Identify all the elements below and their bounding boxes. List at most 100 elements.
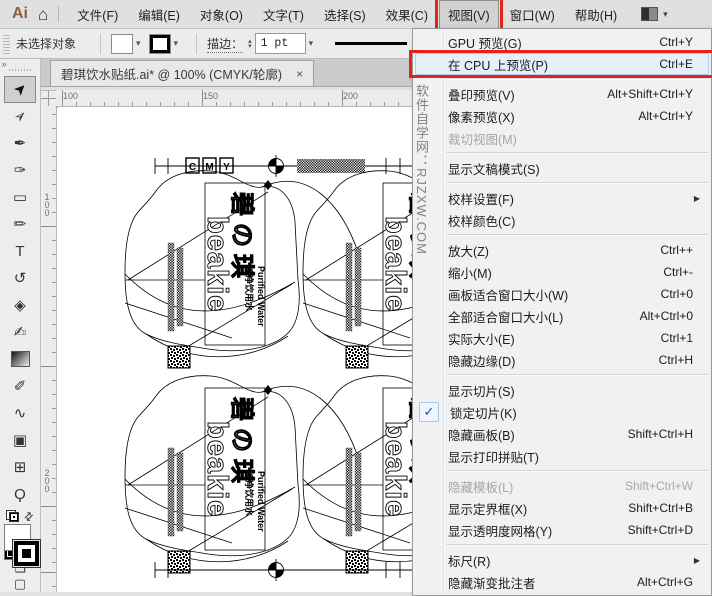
stroke-swatch[interactable] bbox=[12, 538, 41, 568]
menu-item-shortcut: Shift+Ctrl+D bbox=[627, 523, 693, 537]
selection-tool[interactable]: ➤ bbox=[4, 75, 36, 103]
expand-panel-icon[interactable]: » bbox=[0, 59, 42, 69]
panel-grip[interactable] bbox=[3, 33, 10, 54]
menubar-item-6[interactable]: 视图(V) bbox=[435, 0, 503, 33]
menu-item-29[interactable]: 隐藏渐变批注者 Alt+Ctrl+G bbox=[415, 571, 709, 593]
stroke-color-swatch[interactable] bbox=[148, 33, 171, 54]
symbol-sprayer-tool[interactable]: ▣ bbox=[4, 427, 36, 454]
document-tab[interactable]: 碧琪饮水贴纸.ai* @ 100% (CMYK/轮廓) × bbox=[50, 60, 315, 86]
menu-item-9[interactable]: 校样设置(F) ▶ bbox=[415, 187, 709, 209]
menubar-item-5[interactable]: 效果(C) bbox=[377, 0, 437, 29]
menubar-item-4[interactable]: 选择(S) bbox=[315, 0, 375, 29]
menubar-item-1[interactable]: 编辑(E) bbox=[129, 0, 189, 29]
swap-fill-stroke-icon[interactable]: ⇄ bbox=[21, 508, 37, 524]
menubar-item-2[interactable]: 对象(O) bbox=[191, 0, 252, 29]
stroke-weight-value[interactable]: 1 pt bbox=[254, 33, 306, 54]
ruler-label: 100 bbox=[42, 192, 52, 216]
menu-item-14[interactable]: 画板适合窗口大小(W) Ctrl+0 bbox=[415, 283, 709, 305]
menubar-item-7[interactable]: 窗口(W) bbox=[501, 0, 564, 29]
menu-item-3[interactable]: 叠印预览(V) Alt+Shift+Ctrl+Y bbox=[415, 83, 709, 105]
pen-tool[interactable]: ✒ bbox=[4, 130, 36, 157]
shaper-tool[interactable]: ✍ bbox=[4, 319, 36, 346]
submenu-arrow-icon: ▶ bbox=[693, 555, 700, 565]
shaper-icon: ✍ bbox=[13, 324, 27, 342]
menu-separator bbox=[446, 182, 708, 184]
curvature-icon: ✑ bbox=[13, 162, 27, 180]
menu-item-24: 隐藏模板(L) Shift+Ctrl+W bbox=[415, 475, 709, 497]
stroke-weight-label[interactable]: 描边： bbox=[207, 35, 244, 53]
menu-separator bbox=[446, 544, 708, 546]
illustrator-window: { "app": { "logo": "Ai", "home_icon": "⌂… bbox=[0, 0, 712, 596]
chevron-down-icon[interactable]: ▾ bbox=[174, 38, 179, 49]
artboard-tool[interactable]: ⊞ bbox=[4, 454, 36, 481]
fill-stroke-control[interactable] bbox=[2, 523, 41, 568]
registration-mark bbox=[264, 154, 288, 178]
divider bbox=[58, 6, 60, 22]
menu-item-shortcut: Ctrl+1 bbox=[660, 331, 693, 345]
menu-item-25[interactable]: 显示定界框(X) Shift+Ctrl+B bbox=[415, 497, 709, 519]
menu-item-12[interactable]: 放大(Z) Ctrl++ bbox=[415, 239, 709, 261]
type-tool[interactable]: T bbox=[4, 238, 36, 265]
menu-item-20[interactable]: ✓ 锁定切片(K) bbox=[415, 401, 709, 423]
artboard-icon: ⊞ bbox=[13, 459, 27, 477]
menu-item-label: 锁定切片(K) bbox=[450, 406, 517, 421]
menu-item-4[interactable]: 像素预览(X) Alt+Ctrl+Y bbox=[415, 105, 709, 127]
menu-item-shortcut: Ctrl++ bbox=[660, 243, 693, 257]
curvature-tool[interactable]: ✑ bbox=[4, 157, 36, 184]
app-logo[interactable]: Ai bbox=[12, 5, 28, 23]
rectangle-tool[interactable]: ▭ bbox=[4, 184, 36, 211]
menu-item-13[interactable]: 缩小(M) Ctrl+- bbox=[415, 261, 709, 283]
paintbrush-tool[interactable]: ✏ bbox=[4, 211, 36, 238]
menubar-item-3[interactable]: 文字(T) bbox=[254, 0, 313, 29]
chevron-down-icon[interactable]: ▾ bbox=[136, 38, 141, 49]
menubar-item-0[interactable]: 文件(F) bbox=[68, 0, 127, 29]
rotate-tool[interactable]: ↺ bbox=[4, 265, 36, 292]
menu-item-1[interactable]: 在 CPU 上预览(P) Ctrl+E bbox=[409, 50, 712, 78]
menu-item-0[interactable]: GPU 预览(G) Ctrl+Y bbox=[415, 31, 709, 53]
zoom-icon: Ϙ bbox=[14, 485, 26, 503]
menu-item-label: 显示透明度网格(Y) bbox=[448, 524, 553, 539]
ruler-label: 200 bbox=[42, 468, 52, 492]
menu-item-shortcut: Alt+Ctrl+G bbox=[636, 575, 693, 589]
menu-item-shortcut: Shift+Ctrl+W bbox=[624, 479, 693, 493]
menu-item-7[interactable]: 显示文稿模式(S) bbox=[415, 157, 709, 179]
menubar-item-8[interactable]: 帮助(H) bbox=[566, 0, 626, 29]
menu-item-21[interactable]: 隐藏画板(B) Shift+Ctrl+H bbox=[415, 423, 709, 445]
direct-selection-tool[interactable]: ➢ bbox=[4, 103, 36, 130]
menu-item-15[interactable]: 全部适合窗口大小(L) Alt+Ctrl+0 bbox=[415, 305, 709, 327]
stroke-style-preview[interactable] bbox=[335, 42, 408, 45]
home-icon[interactable]: ⌂ bbox=[38, 6, 48, 23]
selection-icon: ➤ bbox=[9, 79, 31, 101]
stroke-weight-stepper[interactable]: ▴ ▾ bbox=[248, 38, 252, 50]
menu-item-shortcut: Ctrl+Y bbox=[659, 35, 693, 49]
menu-item-label: 隐藏画板(B) bbox=[448, 428, 515, 443]
menu-item-label: 显示切片(S) bbox=[448, 384, 515, 399]
menu-item-28[interactable]: 标尺(R) ▶ bbox=[415, 549, 709, 571]
menu-item-5: 裁切视图(M) bbox=[415, 127, 709, 149]
screen-mode-icon[interactable]: ▢ bbox=[14, 576, 26, 592]
zoom-tool[interactable]: Ϙ bbox=[4, 481, 36, 508]
submenu-arrow-icon: ▶ bbox=[693, 193, 700, 203]
panel-grip[interactable] bbox=[9, 69, 31, 71]
eraser-tool[interactable]: ◈ bbox=[4, 292, 36, 319]
default-fill-stroke-icon[interactable] bbox=[6, 510, 20, 523]
eyedropper-tool[interactable]: ✐ bbox=[4, 373, 36, 400]
fill-color-swatch[interactable] bbox=[111, 33, 134, 54]
menu-item-16[interactable]: 实际大小(E) Ctrl+1 bbox=[415, 327, 709, 349]
chevron-down-icon[interactable]: ▾ bbox=[309, 38, 314, 49]
workspace-switcher[interactable]: ▾ bbox=[641, 7, 668, 21]
menu-item-19[interactable]: 显示切片(S) bbox=[415, 379, 709, 401]
menu-item-22[interactable]: 显示打印拼贴(T) bbox=[415, 445, 709, 467]
view-menu-dropdown: GPU 预览(G) Ctrl+Y 在 CPU 上预览(P) Ctrl+E 叠印预览(V)… bbox=[409, 28, 712, 596]
menu-item-10[interactable]: 校样颜色(C) bbox=[415, 209, 709, 231]
gradient-tool[interactable] bbox=[4, 346, 36, 373]
menu-item-26[interactable]: 显示透明度网格(Y) Shift+Ctrl+D bbox=[415, 519, 709, 541]
close-tab-icon[interactable]: × bbox=[296, 67, 303, 81]
step-down-icon[interactable]: ▾ bbox=[248, 43, 252, 50]
menu-item-17[interactable]: 隐藏边缘(D) Ctrl+H bbox=[415, 349, 709, 371]
menu-item-label: 裁切视图(M) bbox=[448, 132, 517, 147]
vertical-ruler[interactable]: 100 200 bbox=[40, 106, 57, 592]
menu-item-label: 实际大小(E) bbox=[448, 332, 515, 347]
blend-tool[interactable]: ∿ bbox=[4, 400, 36, 427]
menu-item-label: 隐藏渐变批注者 bbox=[448, 576, 536, 591]
